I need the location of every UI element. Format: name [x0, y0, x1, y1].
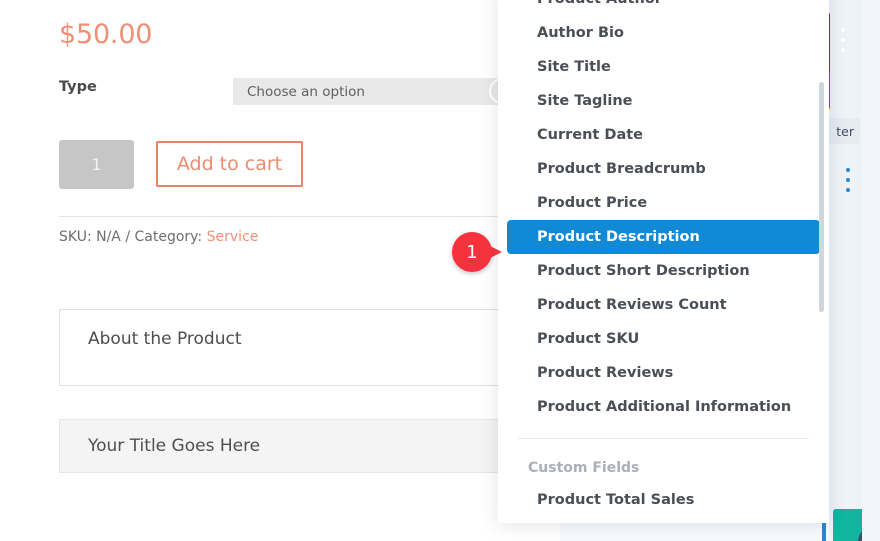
dropdown-divider: [518, 438, 809, 439]
dropdown-option[interactable]: Product Reviews Count: [507, 288, 820, 322]
dropdown-option[interactable]: Product Author: [507, 0, 820, 16]
about-product-heading: About the Product: [88, 329, 242, 349]
product-meta: SKU: N/A / Category: Service: [59, 229, 258, 245]
about-product-module[interactable]: About the Product: [59, 309, 529, 386]
quantity-input[interactable]: 1: [59, 140, 134, 189]
dropdown-custom-field-option[interactable]: Product Total Sales: [507, 483, 820, 517]
dropdown-scrollbar-thumb[interactable]: [819, 82, 824, 312]
dropdown-option[interactable]: Site Tagline: [507, 84, 820, 118]
sku-category-text: SKU: N/A / Category:: [59, 229, 207, 245]
dropdown-option[interactable]: Current Date: [507, 118, 820, 152]
add-to-cart-label: Add to cart: [176, 153, 283, 175]
dropdown-option[interactable]: Product Price: [507, 186, 820, 220]
page-scrollbar-track[interactable]: [862, 0, 880, 541]
title-placeholder-module[interactable]: Your Title Goes Here: [59, 419, 529, 473]
dropdown-scrollbar-track[interactable]: [819, 0, 827, 523]
product-price: $50.00: [59, 19, 153, 50]
module-menu-icon[interactable]: [840, 28, 846, 52]
dropdown-option[interactable]: Product SKU: [507, 322, 820, 356]
step-marker-1: 1: [452, 229, 512, 274]
title-placeholder-text: Your Title Goes Here: [88, 436, 261, 456]
dynamic-content-dropdown[interactable]: Product AuthorAuthor BioSite TitleSite T…: [498, 0, 829, 523]
dropdown-section-heading: Custom Fields: [528, 460, 640, 476]
meta-divider: [59, 216, 499, 217]
category-link[interactable]: Service: [207, 229, 259, 245]
row-menu-icon[interactable]: [845, 168, 851, 192]
dropdown-option[interactable]: Site Title: [507, 50, 820, 84]
dropdown-option[interactable]: Product Breadcrumb: [507, 152, 820, 186]
dropdown-option[interactable]: Product Short Description: [507, 254, 820, 288]
dropdown-option[interactable]: Product Description: [507, 220, 820, 254]
variation-type-label: Type: [59, 79, 97, 95]
step-marker-number: 1: [466, 241, 478, 263]
screenshot-stage: ter $50.00 Type Choose an option 1 Add t…: [0, 0, 880, 541]
dropdown-option[interactable]: Author Bio: [507, 16, 820, 50]
dropdown-option[interactable]: Product Additional Information: [507, 390, 820, 424]
variation-select-placeholder: Choose an option: [247, 83, 365, 100]
footer-chip-label: ter: [836, 123, 854, 139]
dropdown-option[interactable]: Product Reviews: [507, 356, 820, 390]
dynamic-content-option-list: Product AuthorAuthor BioSite TitleSite T…: [498, 0, 829, 517]
add-to-cart-button[interactable]: Add to cart: [156, 141, 303, 187]
quantity-value: 1: [91, 155, 102, 174]
